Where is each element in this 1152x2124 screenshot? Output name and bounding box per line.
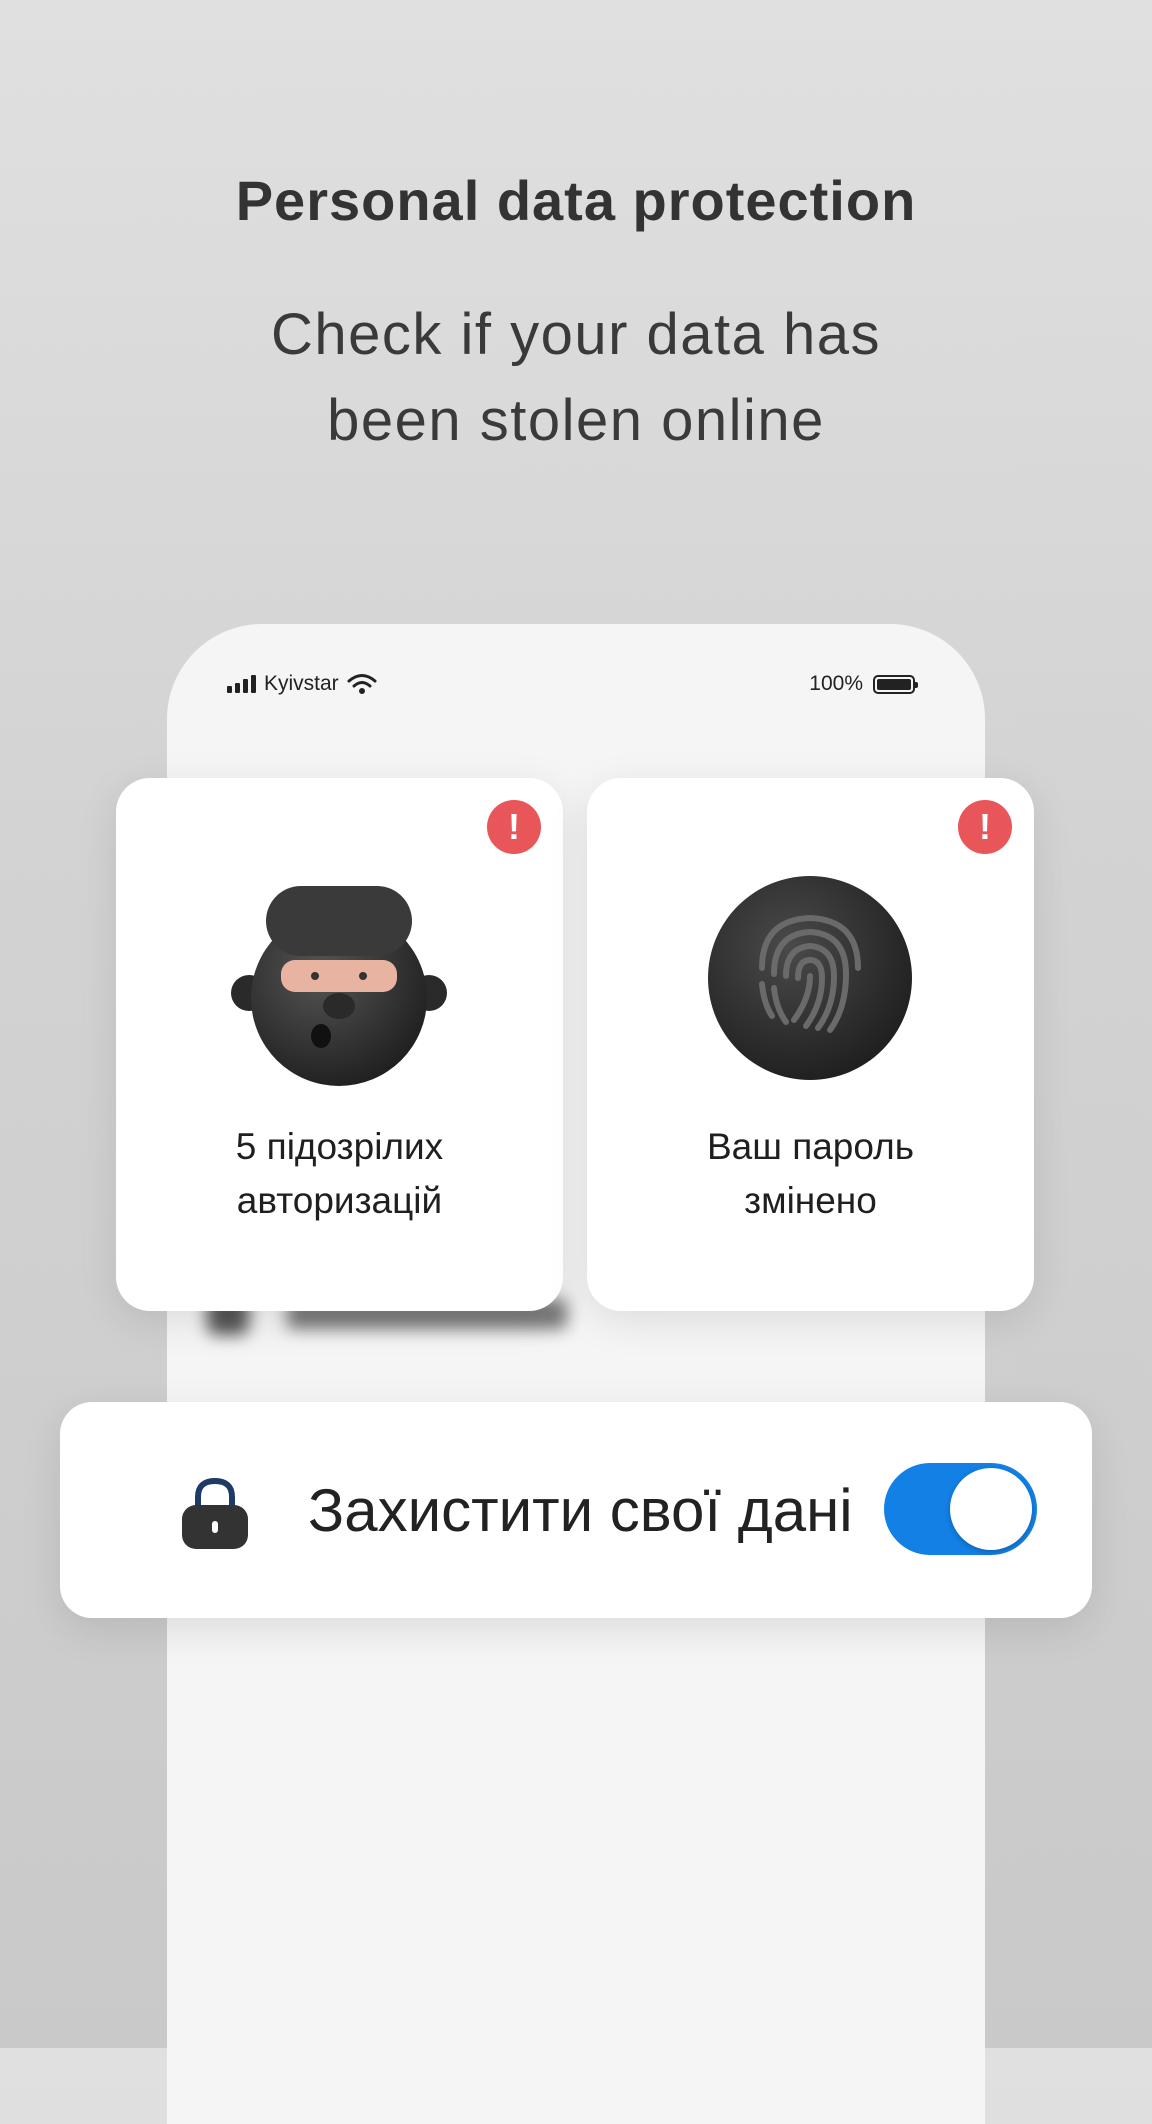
card-line-2: авторизацій [236, 1180, 443, 1221]
ninja-avatar-icon [231, 886, 447, 1086]
password-changed-card[interactable]: ! Ваш пароль змінено [587, 778, 1034, 1311]
alert-icon: ! [487, 800, 541, 854]
card-line-2: змінено [744, 1180, 877, 1221]
battery-icon [873, 674, 918, 694]
wifi-icon [347, 674, 377, 694]
battery-percent: 100% [809, 672, 863, 695]
card-line-1: 5 підозрілих [235, 1126, 444, 1167]
protect-data-label: Захистити свої дані [308, 1476, 853, 1544]
promo-subtitle-line-1: Check if your data has [270, 302, 882, 367]
status-bar: Kyivstar 100% [227, 664, 918, 704]
lock-icon [182, 1477, 248, 1549]
carrier-name: Kyivstar [264, 672, 339, 695]
promo-subtitle-line-2: been stolen online [327, 388, 825, 453]
alert-icon: ! [958, 800, 1012, 854]
toggle-knob [950, 1468, 1032, 1550]
suspicious-logins-card[interactable]: ! 5 підозрілих авторизацій [116, 778, 563, 1311]
signal-icon [227, 675, 256, 693]
protect-data-toggle[interactable] [884, 1463, 1037, 1555]
promo-subtitle: Check if your data has been stolen onlin… [176, 292, 976, 464]
password-changed-text: Ваш пароль змінено [587, 1120, 1034, 1228]
fingerprint-icon [708, 876, 912, 1080]
suspicious-logins-text: 5 підозрілих авторизацій [116, 1120, 563, 1228]
promo-headline: Personal data protection [235, 169, 917, 232]
protect-data-row[interactable]: Захистити свої дані [60, 1402, 1092, 1618]
card-line-1: Ваш пароль [706, 1126, 915, 1167]
